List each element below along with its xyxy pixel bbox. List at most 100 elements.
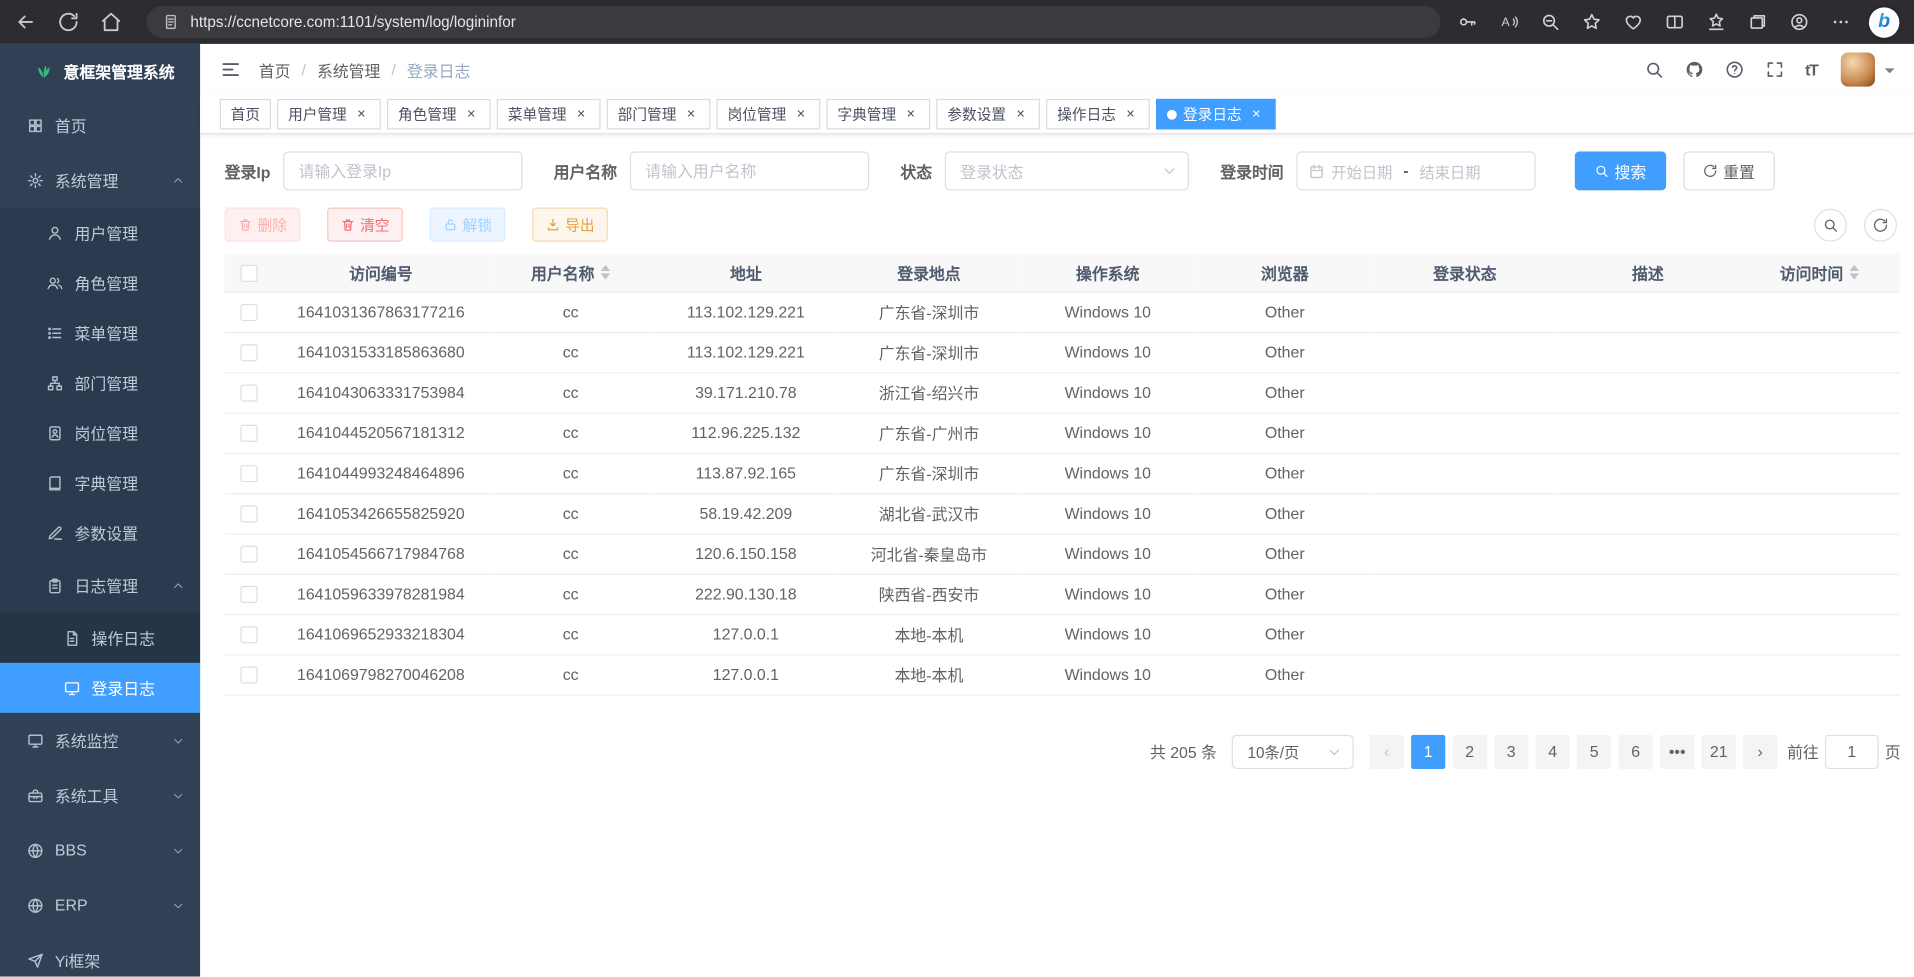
row-checkbox[interactable] xyxy=(240,627,257,644)
column-header-2[interactable]: 用户名称 xyxy=(488,254,653,292)
sort-carets-icon[interactable] xyxy=(1849,265,1859,280)
settings-menu-icon[interactable] xyxy=(1831,12,1851,32)
fullscreen-icon[interactable] xyxy=(1765,60,1785,80)
close-icon[interactable]: × xyxy=(573,106,590,123)
read-aloud-icon[interactable]: A xyxy=(1499,12,1519,32)
refresh-table-button[interactable] xyxy=(1864,208,1897,241)
sidebar-item-16[interactable]: Yi框架 xyxy=(0,933,200,977)
password-key-icon[interactable] xyxy=(1458,12,1478,32)
table-row[interactable]: 1641053426655825920cc58.19.42.209湖北省-武汉市… xyxy=(225,493,1900,533)
toggle-search-button[interactable] xyxy=(1814,208,1847,241)
tag-8[interactable]: 操作日志× xyxy=(1046,99,1150,130)
column-header-9[interactable]: 访问时间 xyxy=(1739,254,1899,292)
sidebar-item-4[interactable]: 菜单管理 xyxy=(0,308,200,358)
collections-icon[interactable] xyxy=(1748,12,1768,32)
table-row[interactable]: 1641044520567181312cc112.96.225.132广东省-广… xyxy=(225,413,1900,453)
sidebar-item-13[interactable]: 系统工具 xyxy=(0,768,200,823)
browser-essentials-icon[interactable] xyxy=(1624,12,1644,32)
page-jump-input[interactable] xyxy=(1825,734,1879,768)
close-icon[interactable]: × xyxy=(682,106,699,123)
sidebar-toggle-icon[interactable] xyxy=(220,59,242,81)
page-button-5[interactable]: 5 xyxy=(1577,734,1611,768)
sidebar-item-6[interactable]: 岗位管理 xyxy=(0,408,200,458)
sidebar-item-1[interactable]: 系统管理 xyxy=(0,153,200,208)
search-button[interactable]: 搜索 xyxy=(1574,151,1666,190)
row-checkbox[interactable] xyxy=(240,586,257,603)
help-icon[interactable] xyxy=(1725,60,1745,80)
add-favorite-icon[interactable] xyxy=(1582,12,1602,32)
sidebar-item-7[interactable]: 字典管理 xyxy=(0,458,200,508)
breadcrumb-item[interactable]: 首页 xyxy=(259,58,291,81)
status-select[interactable]: 登录状态 xyxy=(944,151,1188,190)
breadcrumb-item[interactable]: 系统管理 xyxy=(317,58,380,81)
select-all-checkbox[interactable] xyxy=(240,265,257,282)
row-checkbox[interactable] xyxy=(240,385,257,402)
tag-9[interactable]: 登录日志× xyxy=(1156,99,1276,130)
row-checkbox[interactable] xyxy=(240,667,257,684)
sidebar-item-0[interactable]: 首页 xyxy=(0,98,200,153)
login-ip-input[interactable] xyxy=(283,151,522,190)
date-range-picker[interactable]: 开始日期 - 结束日期 xyxy=(1296,151,1535,190)
tag-3[interactable]: 菜单管理× xyxy=(497,99,601,130)
page-button-21[interactable]: 21 xyxy=(1702,734,1736,768)
row-checkbox[interactable] xyxy=(240,465,257,482)
tag-6[interactable]: 字典管理× xyxy=(827,99,931,130)
split-screen-icon[interactable] xyxy=(1665,12,1685,32)
sort-carets-icon[interactable] xyxy=(601,265,611,280)
refresh-button[interactable] xyxy=(57,11,79,33)
tag-5[interactable]: 岗位管理× xyxy=(717,99,821,130)
profile-icon[interactable] xyxy=(1790,12,1810,32)
prev-page-button[interactable]: ‹ xyxy=(1370,734,1404,768)
table-row[interactable]: 1641069652933218304cc127.0.0.1本地-本机Windo… xyxy=(225,614,1900,654)
table-row[interactable]: 1641069798270046208cc127.0.0.1本地-本机Windo… xyxy=(225,654,1900,694)
tag-4[interactable]: 部门管理× xyxy=(607,99,711,130)
home-button[interactable] xyxy=(100,11,122,33)
clear-button[interactable]: 清空 xyxy=(327,208,403,242)
unlock-button[interactable]: 解锁 xyxy=(430,208,506,242)
table-row[interactable]: 1641031533185863680cc113.102.129.221广东省-… xyxy=(225,332,1900,372)
export-button[interactable]: 导出 xyxy=(532,208,608,242)
close-icon[interactable]: × xyxy=(792,106,809,123)
reset-button[interactable]: 重置 xyxy=(1683,151,1775,190)
zoom-out-icon[interactable] xyxy=(1541,12,1561,32)
sidebar-item-11[interactable]: 登录日志 xyxy=(0,663,200,713)
tag-0[interactable]: 首页 xyxy=(220,99,271,130)
close-icon[interactable]: × xyxy=(902,106,919,123)
row-checkbox[interactable] xyxy=(240,546,257,563)
row-checkbox[interactable] xyxy=(240,425,257,442)
sidebar-item-8[interactable]: 参数设置 xyxy=(0,508,200,558)
next-page-button[interactable]: › xyxy=(1743,734,1777,768)
more-pages-button[interactable]: ••• xyxy=(1660,734,1694,768)
close-icon[interactable]: × xyxy=(353,106,370,123)
page-size-select[interactable]: 10条/页 xyxy=(1232,734,1354,768)
page-button-3[interactable]: 3 xyxy=(1494,734,1528,768)
row-checkbox[interactable] xyxy=(240,345,257,362)
row-checkbox[interactable] xyxy=(240,506,257,523)
font-size-icon[interactable]: tT xyxy=(1805,60,1818,78)
copilot-icon[interactable]: b xyxy=(1869,7,1900,38)
row-checkbox[interactable] xyxy=(240,304,257,321)
table-row[interactable]: 1641044993248464896cc113.87.92.165广东省-深圳… xyxy=(225,453,1900,493)
sidebar-item-9[interactable]: 日志管理 xyxy=(0,558,200,613)
tag-1[interactable]: 用户管理× xyxy=(277,99,381,130)
user-name-input[interactable] xyxy=(629,151,868,190)
favorites-bar-icon[interactable] xyxy=(1707,12,1727,32)
delete-button[interactable]: 删除 xyxy=(225,208,301,242)
page-button-4[interactable]: 4 xyxy=(1536,734,1570,768)
sidebar-item-5[interactable]: 部门管理 xyxy=(0,358,200,408)
tag-7[interactable]: 参数设置× xyxy=(936,99,1040,130)
sidebar-item-15[interactable]: ERP xyxy=(0,878,200,933)
table-row[interactable]: 1641043063331753984cc39.171.210.78浙江省-绍兴… xyxy=(225,372,1900,412)
sidebar-item-3[interactable]: 角色管理 xyxy=(0,258,200,308)
close-icon[interactable]: × xyxy=(1012,106,1029,123)
sidebar-item-2[interactable]: 用户管理 xyxy=(0,208,200,258)
page-button-1[interactable]: 1 xyxy=(1411,734,1445,768)
table-row[interactable]: 1641059633978281984cc222.90.130.18陕西省-西安… xyxy=(225,574,1900,614)
sidebar-item-14[interactable]: BBS xyxy=(0,823,200,878)
back-button[interactable] xyxy=(15,11,37,33)
close-icon[interactable]: × xyxy=(1248,106,1265,123)
tag-2[interactable]: 角色管理× xyxy=(387,99,491,130)
table-row[interactable]: 1641031367863177216cc113.102.129.221广东省-… xyxy=(225,292,1900,332)
sidebar-item-10[interactable]: 操作日志 xyxy=(0,613,200,663)
page-button-6[interactable]: 6 xyxy=(1619,734,1653,768)
